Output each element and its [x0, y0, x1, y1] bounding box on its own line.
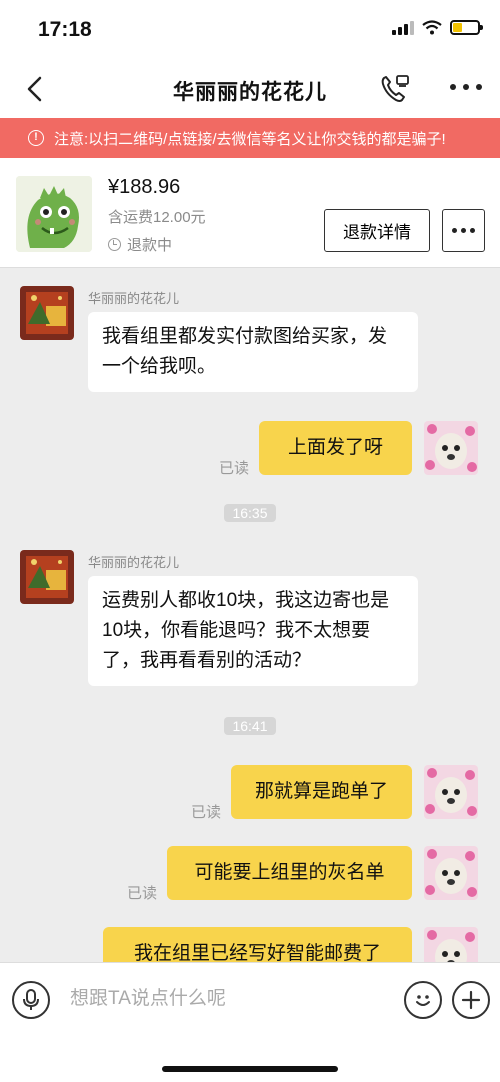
time-divider-text: 16:35	[224, 504, 276, 522]
warning-text: 注意:以扫二维码/点链接/去微信等名义让你交钱的都是骗子!	[54, 130, 446, 148]
voice-input-button[interactable]	[12, 981, 50, 1019]
home-indicator	[162, 1066, 338, 1072]
scam-warning-banner: ! 注意:以扫二维码/点链接/去微信等名义让你交钱的都是骗子!	[0, 118, 500, 158]
my-avatar[interactable]	[424, 765, 478, 819]
my-avatar-image	[424, 846, 478, 900]
microphone-icon	[23, 989, 39, 1010]
signal-icon	[392, 20, 414, 35]
emoji-button[interactable]	[404, 981, 442, 1019]
message-bubble-outgoing[interactable]: 可能要上组里的灰名单	[167, 846, 412, 900]
green-monster-image	[16, 176, 92, 252]
nav-bar: 华丽丽的花花儿	[0, 60, 500, 118]
plus-icon	[461, 990, 481, 1010]
my-avatar-image	[424, 421, 478, 475]
alert-icon: !	[28, 130, 44, 146]
read-receipt: 已读	[219, 460, 250, 477]
message-bubble-incoming[interactable]: 我看组里都发实付款图给买家，发一个给我呗。	[88, 312, 418, 392]
phone-icon	[381, 75, 409, 102]
order-card[interactable]: ¥188.96 含运费12.00元 退款中 退款详情	[0, 158, 500, 268]
status-bar: 17:18	[0, 0, 500, 60]
seller-avatar[interactable]	[20, 550, 74, 604]
message-bubble-incoming[interactable]: 运费别人都收10块，我这边寄也是10块，你看能退吗？我不太想要了，我再看看别的活…	[88, 576, 418, 686]
seller-avatar-image	[20, 550, 74, 604]
clock-icon	[108, 238, 121, 251]
time-divider-text: 16:41	[224, 717, 276, 735]
order-price: ¥188.96	[108, 176, 181, 198]
my-avatar[interactable]	[424, 421, 478, 475]
seller-avatar[interactable]	[20, 286, 74, 340]
read-receipt: 已读	[191, 804, 222, 821]
my-avatar-image	[424, 765, 478, 819]
refund-status: 退款中	[108, 234, 172, 255]
time-divider: 16:35	[0, 504, 500, 523]
read-receipt: 已读	[127, 885, 158, 902]
message-bubble-outgoing[interactable]: 上面发了呀	[259, 421, 412, 475]
more-options-button[interactable]	[450, 84, 482, 94]
sender-name: 华丽丽的花花儿	[88, 291, 180, 306]
call-button[interactable]	[378, 72, 412, 106]
wifi-icon	[422, 20, 442, 35]
refund-details-button[interactable]: 退款详情	[324, 209, 430, 252]
product-thumbnail[interactable]	[16, 176, 92, 252]
add-attachment-button[interactable]	[452, 981, 490, 1019]
message-input[interactable]	[56, 979, 386, 1019]
order-more-button[interactable]	[442, 209, 485, 252]
message-bubble-outgoing[interactable]: 那就算是跑单了	[231, 765, 412, 819]
smiley-icon	[416, 995, 430, 1006]
seller-avatar-image	[20, 286, 74, 340]
refund-status-text: 退款中	[127, 237, 173, 254]
status-icons	[392, 20, 483, 35]
my-avatar[interactable]	[424, 846, 478, 900]
time-divider: 16:41	[0, 717, 500, 736]
chat-title: 华丽丽的花花儿	[173, 81, 327, 104]
shipping-fee: 含运费12.00元	[108, 209, 206, 226]
message-input-bar	[0, 962, 500, 1082]
status-time: 17:18	[38, 18, 92, 41]
battery-icon	[450, 20, 483, 35]
sender-name: 华丽丽的花花儿	[88, 555, 180, 570]
